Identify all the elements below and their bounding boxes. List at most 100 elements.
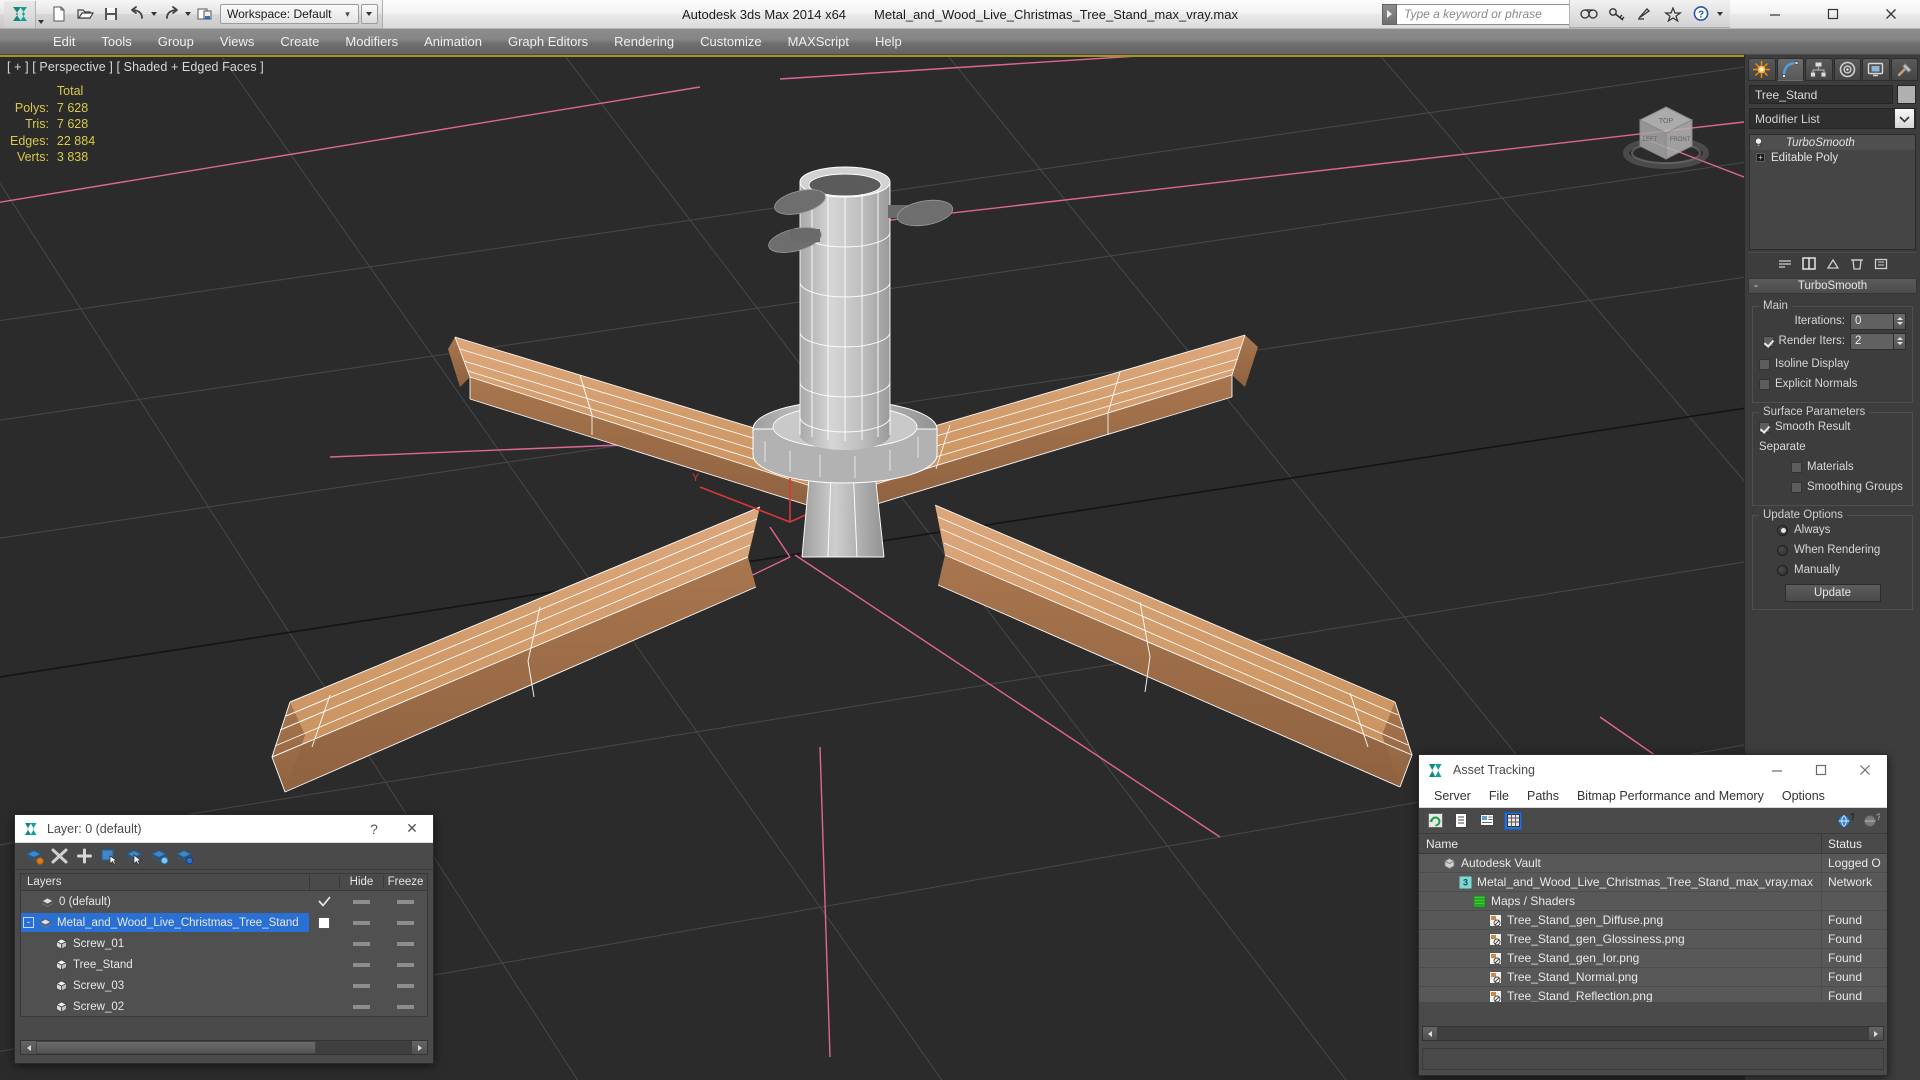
layer-row[interactable]: - Metal_and_Wood_Live_Christmas_Tree_Sta… (21, 912, 427, 933)
workspace-dropdown-button[interactable] (360, 4, 378, 24)
chevron-down-icon[interactable] (1895, 109, 1914, 128)
set-project-folder-icon[interactable] (192, 1, 218, 27)
table-row[interactable]: Tree_Stand_Normal.png Found (1419, 967, 1887, 987)
layer-row[interactable]: Screw_02 (21, 996, 427, 1016)
detail-view-icon[interactable] (1478, 812, 1496, 830)
layer-dialog-help-button[interactable]: ? (355, 815, 393, 842)
table-row[interactable]: Tree_Stand_gen_Glossiness.png Found (1419, 929, 1887, 949)
layer-row[interactable]: Screw_03 (21, 975, 427, 996)
modifier-list-dropdown[interactable]: Modifier List (1749, 108, 1916, 129)
layer-freeze-toggle[interactable] (383, 941, 427, 946)
iterations-field[interactable]: 0 (1850, 312, 1894, 330)
asset-close-button[interactable] (1843, 756, 1887, 785)
viewcube[interactable]: TOP LEFT FRONT (1616, 95, 1716, 187)
table-row[interactable]: 3 Metal_and_Wood_Live_Christmas_Tree_Sta… (1419, 872, 1887, 892)
infocenter-expand-icon[interactable] (1382, 3, 1397, 25)
asset-maximize-button[interactable] (1799, 756, 1843, 785)
search-input[interactable]: Type a keyword or phrase (1397, 3, 1575, 25)
menu-item-animation[interactable]: Animation (411, 29, 495, 55)
smoothing-groups-checkbox[interactable] (1791, 481, 1802, 493)
open-file-icon[interactable] (72, 1, 98, 27)
asset-column-status[interactable]: Status (1821, 833, 1887, 854)
asset-horizontal-scrollbar[interactable] (1422, 1026, 1884, 1041)
modify-tab[interactable] (1776, 58, 1804, 81)
minimize-button[interactable] (1746, 0, 1804, 28)
update-when-rendering-radio[interactable] (1777, 544, 1788, 556)
stack-item-turbosmooth[interactable]: TurboSmooth (1750, 135, 1915, 150)
workspace-selector[interactable]: Workspace: Default ▾ (220, 4, 359, 24)
table-row[interactable]: Tree_Stand_gen_Ior.png Found (1419, 948, 1887, 968)
refresh-icon[interactable] (1426, 812, 1444, 830)
undo-dropdown[interactable] (150, 1, 158, 27)
layer-current-marker[interactable] (309, 916, 339, 929)
asset-column-name[interactable]: Name (1419, 837, 1821, 851)
render-iters-checkbox[interactable] (1762, 335, 1774, 347)
layer-freeze-toggle[interactable] (383, 920, 427, 925)
table-row[interactable]: Tree_Stand_Reflection.png Found (1419, 986, 1887, 1002)
redo-dropdown[interactable] (184, 1, 192, 27)
layer-row[interactable]: Screw_01 (21, 933, 427, 954)
asset-menu-bitmap-performance[interactable]: Bitmap Performance and Memory (1568, 789, 1773, 803)
update-button[interactable]: Update (1784, 584, 1881, 602)
subscription-key-icon[interactable] (1604, 1, 1630, 27)
menu-item-graph-editors[interactable]: Graph Editors (495, 29, 601, 55)
communication-center-icon[interactable] (1632, 1, 1658, 27)
table-row[interactable]: Autodesk Vault Logged O (1419, 854, 1887, 873)
table-row[interactable]: Maps / Shaders (1419, 891, 1887, 911)
layer-hide-toggle[interactable] (339, 899, 383, 904)
layer-dialog-close-button[interactable]: ✕ (393, 815, 431, 842)
layer-horizontal-scrollbar[interactable] (20, 1040, 428, 1055)
isoline-display-checkbox[interactable] (1759, 358, 1770, 370)
object-name-field[interactable]: Tree_Stand (1749, 85, 1893, 104)
help-dropdown[interactable] (1716, 1, 1724, 27)
materials-checkbox[interactable] (1791, 461, 1802, 473)
explicit-normals-checkbox[interactable] (1759, 378, 1770, 390)
layer-hide-toggle[interactable] (339, 962, 383, 967)
menu-item-rendering[interactable]: Rendering (601, 29, 687, 55)
layer-expander-icon[interactable]: - (23, 917, 34, 928)
menu-item-help[interactable]: Help (862, 29, 915, 55)
menu-item-tools[interactable]: Tools (88, 29, 144, 55)
layer-hide-toggle[interactable] (339, 1004, 383, 1009)
asset-minimize-button[interactable] (1755, 756, 1799, 785)
layer-freeze-toggle[interactable] (383, 1004, 427, 1009)
layer-hide-toggle[interactable] (339, 941, 383, 946)
rollout-collapse-icon[interactable]: - (1754, 280, 1758, 292)
close-button[interactable] (1862, 0, 1920, 28)
stack-item-editable-poly[interactable]: + Editable Poly (1750, 150, 1915, 165)
layer-hide-toggle[interactable] (339, 983, 383, 988)
create-tab[interactable] (1748, 58, 1776, 81)
layer-freeze-toggle[interactable] (383, 962, 427, 967)
menu-item-create[interactable]: Create (267, 29, 332, 55)
asset-menu-paths[interactable]: Paths (1518, 789, 1568, 803)
menu-item-modifiers[interactable]: Modifiers (332, 29, 411, 55)
redo-icon[interactable] (158, 1, 184, 27)
layer-list[interactable]: Layers Hide Freeze 0 (default) - Metal_a… (20, 873, 428, 1017)
asset-menu-file[interactable]: File (1480, 789, 1518, 803)
application-menu-icon[interactable] (4, 0, 36, 28)
new-file-icon[interactable] (46, 1, 72, 27)
scroll-left-arrow-icon[interactable] (21, 1041, 36, 1054)
layer-dialog[interactable]: Layer: 0 (default) ? ✕ Layers Hide Freez… (14, 814, 434, 1064)
list-view-icon[interactable] (1452, 812, 1470, 830)
scroll-right-arrow-icon[interactable] (1869, 1027, 1883, 1040)
smooth-result-checkbox[interactable] (1759, 421, 1770, 433)
menu-item-group[interactable]: Group (145, 29, 207, 55)
help-question-icon[interactable]: ? (1862, 812, 1880, 830)
asset-menu-options[interactable]: Options (1773, 789, 1834, 803)
help-icon[interactable]: ? (1688, 1, 1714, 27)
favorites-star-icon[interactable] (1660, 1, 1686, 27)
update-manually-radio[interactable] (1777, 564, 1788, 576)
scroll-right-arrow-icon[interactable] (412, 1041, 427, 1054)
table-row[interactable]: Tree_Stand_gen_Diffuse.png Found (1419, 910, 1887, 930)
menu-item-views[interactable]: Views (207, 29, 267, 55)
utilities-tab[interactable] (1890, 58, 1918, 81)
save-file-icon[interactable] (98, 1, 124, 27)
grid-view-icon[interactable] (1504, 811, 1522, 830)
layer-hide-toggle[interactable] (339, 920, 383, 925)
layer-freeze-toggle[interactable] (383, 899, 427, 904)
application-menu-dropdown[interactable] (36, 1, 46, 28)
layer-row[interactable]: 0 (default) (21, 891, 427, 912)
display-tab[interactable] (1862, 58, 1890, 81)
expand-plus-icon[interactable]: + (1756, 153, 1765, 162)
